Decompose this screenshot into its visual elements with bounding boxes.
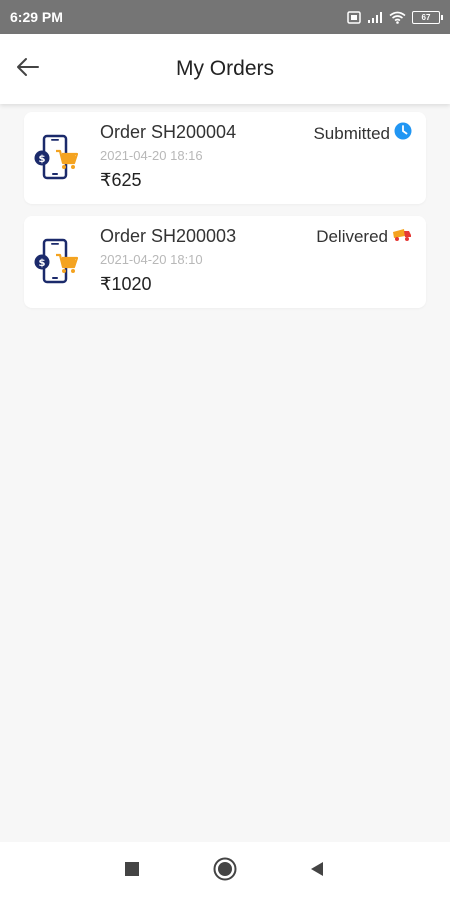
status-bar: 6:29 PM 67 [0,0,450,34]
home-button[interactable] [210,856,240,886]
home-circle-icon [213,857,237,886]
status-time: 6:29 PM [10,9,63,25]
order-status: Submitted [313,122,412,145]
app-bar: My Orders [0,34,450,104]
status-icons: 67 [347,10,443,24]
recents-button[interactable] [117,856,147,886]
signal-icon [367,11,383,24]
clock-icon [394,122,412,145]
svg-text:$: $ [39,154,46,165]
delivery-truck-icon [392,226,412,247]
order-card[interactable]: $ Order SH200003 2021-04-20 18:10 ₹1020 … [24,216,426,308]
svg-text:$: $ [39,258,46,269]
sim-icon [347,10,361,24]
order-status-label: Delivered [316,226,388,246]
order-status: Delivered [316,226,412,247]
page-title: My Orders [175,57,274,80]
order-card[interactable]: $ Order SH200004 2021-04-20 18:16 ₹625 S… [24,112,426,204]
mobile-shopping-icon: $ [34,134,79,182]
order-id: Order SH200004 [100,122,237,142]
system-nav-bar [0,842,450,900]
back-arrow-icon [16,57,40,82]
order-status-label: Submitted [313,123,390,143]
order-amount: ₹1020 [100,274,152,294]
back-triangle-icon [309,861,325,882]
nav-back-button[interactable] [302,856,332,886]
back-button[interactable] [12,53,44,85]
order-date: 2021-04-20 18:16 [100,148,203,163]
wifi-icon [389,11,406,24]
battery-level: 67 [421,12,431,22]
order-date: 2021-04-20 18:10 [100,252,203,267]
battery-icon: 67 [412,10,443,24]
order-amount: ₹625 [100,170,142,190]
recents-square-icon [125,861,139,881]
order-id: Order SH200003 [100,226,237,246]
orders-list: $ Order SH200004 2021-04-20 18:16 ₹625 S… [0,104,450,320]
mobile-shopping-icon: $ [34,238,79,286]
